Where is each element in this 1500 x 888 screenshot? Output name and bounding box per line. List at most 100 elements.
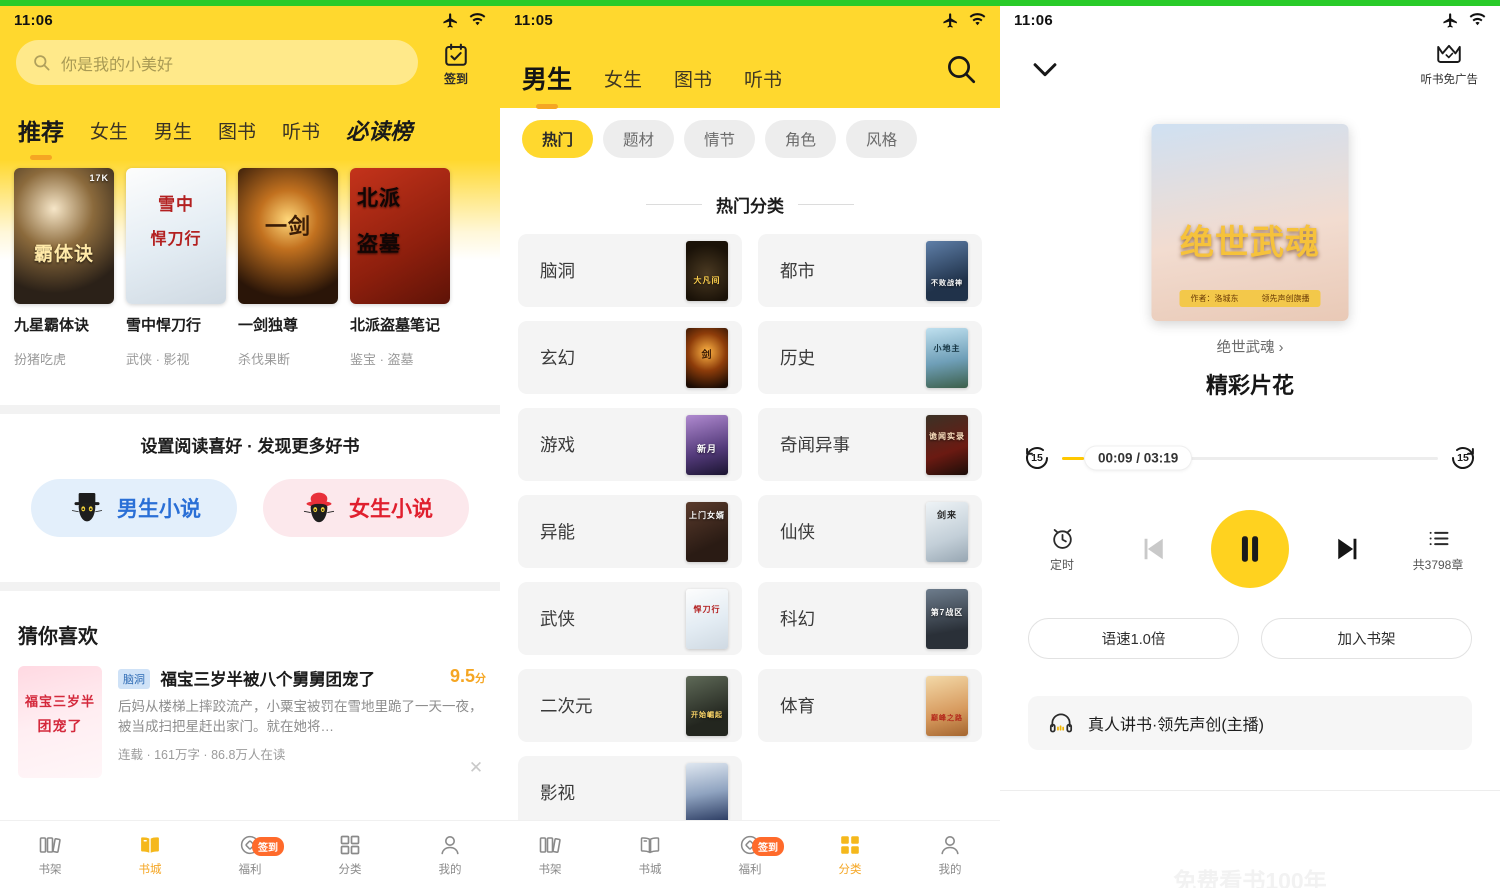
genre-badge: 脑洞 xyxy=(118,669,150,689)
recommended-book-head: 脑洞 福宝三岁半被八个舅舅团宠了 9.5分 xyxy=(118,666,486,690)
add-to-bookshelf-button[interactable]: 加入书架 xyxy=(1261,618,1472,659)
panel-bookstore-home: 11:06 你是我的小美好 签到 xyxy=(0,0,500,888)
bottom-nav-profile[interactable]: 我的 xyxy=(900,833,1000,877)
bottom-nav-label: 分类 xyxy=(339,861,362,877)
album-cover[interactable]: 绝世武魂 作者：洛城东 领先声创旗播 xyxy=(1152,124,1349,321)
progress-slider[interactable]: 00:09 / 03:19 xyxy=(1062,457,1438,460)
recommended-book-row[interactable]: 福宝三岁半 团宠了 脑洞 福宝三岁半被八个舅舅团宠了 9.5分 后妈从楼梯上摔跤… xyxy=(18,666,486,778)
category-cell[interactable]: 武侠 悍刀行 xyxy=(518,582,742,655)
status-bar: 11:06 xyxy=(0,6,500,34)
chip-remen[interactable]: 热门 xyxy=(522,120,593,158)
bottom-nav-bookstore[interactable]: 书城 xyxy=(600,833,700,877)
category-name: 影视 xyxy=(540,780,575,805)
vip-no-ads-button[interactable]: 听书免广告 xyxy=(1421,42,1479,87)
tab-tushu[interactable]: 图书 xyxy=(674,65,712,92)
book-name-link[interactable]: 绝世武魂› xyxy=(1000,336,1500,357)
category-cell[interactable]: 奇闻异事 诡闻实录 xyxy=(758,408,982,481)
book-card[interactable]: 雪中 悍刀行 雪中悍刀行 武侠 · 影视 xyxy=(126,168,226,368)
status-icons xyxy=(442,12,486,29)
search-icon xyxy=(32,53,51,72)
status-bar: 11:06 xyxy=(1000,6,1500,34)
crown-icon xyxy=(1435,42,1463,68)
tab-bidubang[interactable]: 必读榜 xyxy=(346,114,412,146)
chip-qingjie[interactable]: 情节 xyxy=(684,120,755,158)
play-pause-button[interactable] xyxy=(1211,510,1289,588)
category-cell[interactable]: 仙侠 剑来 xyxy=(758,495,982,568)
category-cell[interactable]: 脑洞 大凡间 xyxy=(518,234,742,307)
search-input[interactable]: 你是我的小美好 xyxy=(16,40,418,85)
category-cell[interactable]: 历史 小地主 xyxy=(758,321,982,394)
bottom-nav-categories[interactable]: 分类 xyxy=(300,833,400,877)
recommended-book-desc: 后妈从楼梯上摔跤流产，小粟宝被罚在雪地里跪了一天一夜，被当成扫把星赶出家门。就在… xyxy=(118,697,486,736)
wifi-icon xyxy=(1469,13,1486,27)
category-cell[interactable]: 影视 xyxy=(518,756,742,829)
forward-15-button[interactable]: 15 xyxy=(1448,443,1478,473)
section-header: 热门分类 xyxy=(500,192,1000,217)
male-novels-button[interactable]: 男生小说 xyxy=(31,479,237,537)
book-cover: 雪中 悍刀行 xyxy=(126,168,226,304)
tab-nansheng[interactable]: 男生 xyxy=(154,117,192,144)
narrator-row[interactable]: 真人讲书·领先声创(主播) xyxy=(1028,696,1472,750)
chip-fengge[interactable]: 风格 xyxy=(846,120,917,158)
category-cell[interactable]: 体育 巅峰之路 xyxy=(758,669,982,742)
bottom-nav-benefits[interactable]: 签到 福利 xyxy=(700,833,800,877)
category-name: 体育 xyxy=(780,693,815,718)
bottom-nav-bookstore[interactable]: 书城 xyxy=(100,833,200,877)
tab-tuijian[interactable]: 推荐 xyxy=(18,113,64,147)
category-name: 仙侠 xyxy=(780,519,815,544)
chevron-down-icon[interactable] xyxy=(1028,52,1062,86)
female-novels-button[interactable]: 女生小说 xyxy=(263,479,469,537)
book-card[interactable]: 霸体诀 17K 九星霸体诀 扮猪吃虎 xyxy=(14,168,114,368)
category-cell[interactable]: 异能 上门女婿 xyxy=(518,495,742,568)
book-card[interactable]: 一剑 一剑独尊 杀伐果断 xyxy=(238,168,338,368)
recommended-book-body: 脑洞 福宝三岁半被八个舅舅团宠了 9.5分 后妈从楼梯上摔跤流产，小粟宝被罚在雪… xyxy=(118,666,486,778)
watermark-text: 免费看书100年 xyxy=(1000,862,1500,888)
bottom-nav-profile[interactable]: 我的 xyxy=(400,833,500,877)
bottom-nav-bookshelf[interactable]: 书架 xyxy=(0,833,100,877)
progress-fill xyxy=(1062,457,1084,460)
category-name: 奇闻异事 xyxy=(780,432,850,457)
chapter-list-button[interactable]: 共3798章 xyxy=(1406,525,1470,573)
next-chapter-button[interactable] xyxy=(1330,531,1366,567)
tab-tingshu[interactable]: 听书 xyxy=(744,65,782,92)
panel-audiobook-player: 11:06 听书免广告 绝世武魂 作者：洛城东 xyxy=(1000,0,1500,888)
grid-icon xyxy=(838,833,862,857)
chip-juese[interactable]: 角色 xyxy=(765,120,836,158)
chip-ticai[interactable]: 题材 xyxy=(603,120,674,158)
book-title: 雪中悍刀行 xyxy=(126,316,226,335)
sleep-timer-button[interactable]: 定时 xyxy=(1030,525,1094,573)
wifi-icon xyxy=(469,13,486,27)
cover-author: 作者：洛城东 xyxy=(1191,293,1239,304)
search-icon[interactable] xyxy=(944,52,978,86)
bottom-nav-bookshelf[interactable]: 书架 xyxy=(500,833,600,877)
category-cell[interactable]: 科幻 第7战区 xyxy=(758,582,982,655)
tab-nvsheng[interactable]: 女生 xyxy=(90,117,128,144)
category-cell[interactable]: 二次元 开始崛起 xyxy=(518,669,742,742)
tab-tingshu[interactable]: 听书 xyxy=(282,117,320,144)
airplane-mode-icon xyxy=(442,12,459,29)
vip-label: 听书免广告 xyxy=(1421,71,1479,87)
category-cell[interactable]: 游戏 新月 xyxy=(518,408,742,481)
checkin-button[interactable]: 签到 xyxy=(428,40,484,87)
category-tabs: 推荐 女生 男生 图书 听书 必读榜 xyxy=(0,105,500,155)
rewind-15-button[interactable]: 15 xyxy=(1022,443,1052,473)
cover-studio: 领先声创旗播 xyxy=(1261,293,1309,304)
male-novels-label: 男生小说 xyxy=(117,493,201,523)
search-placeholder: 你是我的小美好 xyxy=(61,51,173,75)
category-cell[interactable]: 都市 不败战神 xyxy=(758,234,982,307)
bottom-nav-benefits[interactable]: 签到 福利 xyxy=(200,833,300,877)
recommended-book-meta: 连载 · 161万字 · 86.8万人在读 xyxy=(118,744,486,763)
status-time: 11:06 xyxy=(14,12,53,29)
airplane-mode-icon xyxy=(942,12,959,29)
close-icon[interactable]: ✕ xyxy=(466,758,486,778)
tab-tushu[interactable]: 图书 xyxy=(218,117,256,144)
checkin-label: 签到 xyxy=(444,70,468,87)
playback-speed-button[interactable]: 语速1.0倍 xyxy=(1028,618,1239,659)
book-card[interactable]: 北派 盗墓 北派盗墓笔记 鉴宝 · 盗墓 xyxy=(350,168,450,368)
tab-nansheng[interactable]: 男生 xyxy=(522,60,572,96)
tab-nvsheng[interactable]: 女生 xyxy=(604,65,642,92)
bottom-nav-categories[interactable]: 分类 xyxy=(800,833,900,877)
category-cell[interactable]: 玄幻 剑 xyxy=(518,321,742,394)
bookshelf-icon xyxy=(538,833,562,857)
previous-chapter-button[interactable] xyxy=(1135,531,1171,567)
